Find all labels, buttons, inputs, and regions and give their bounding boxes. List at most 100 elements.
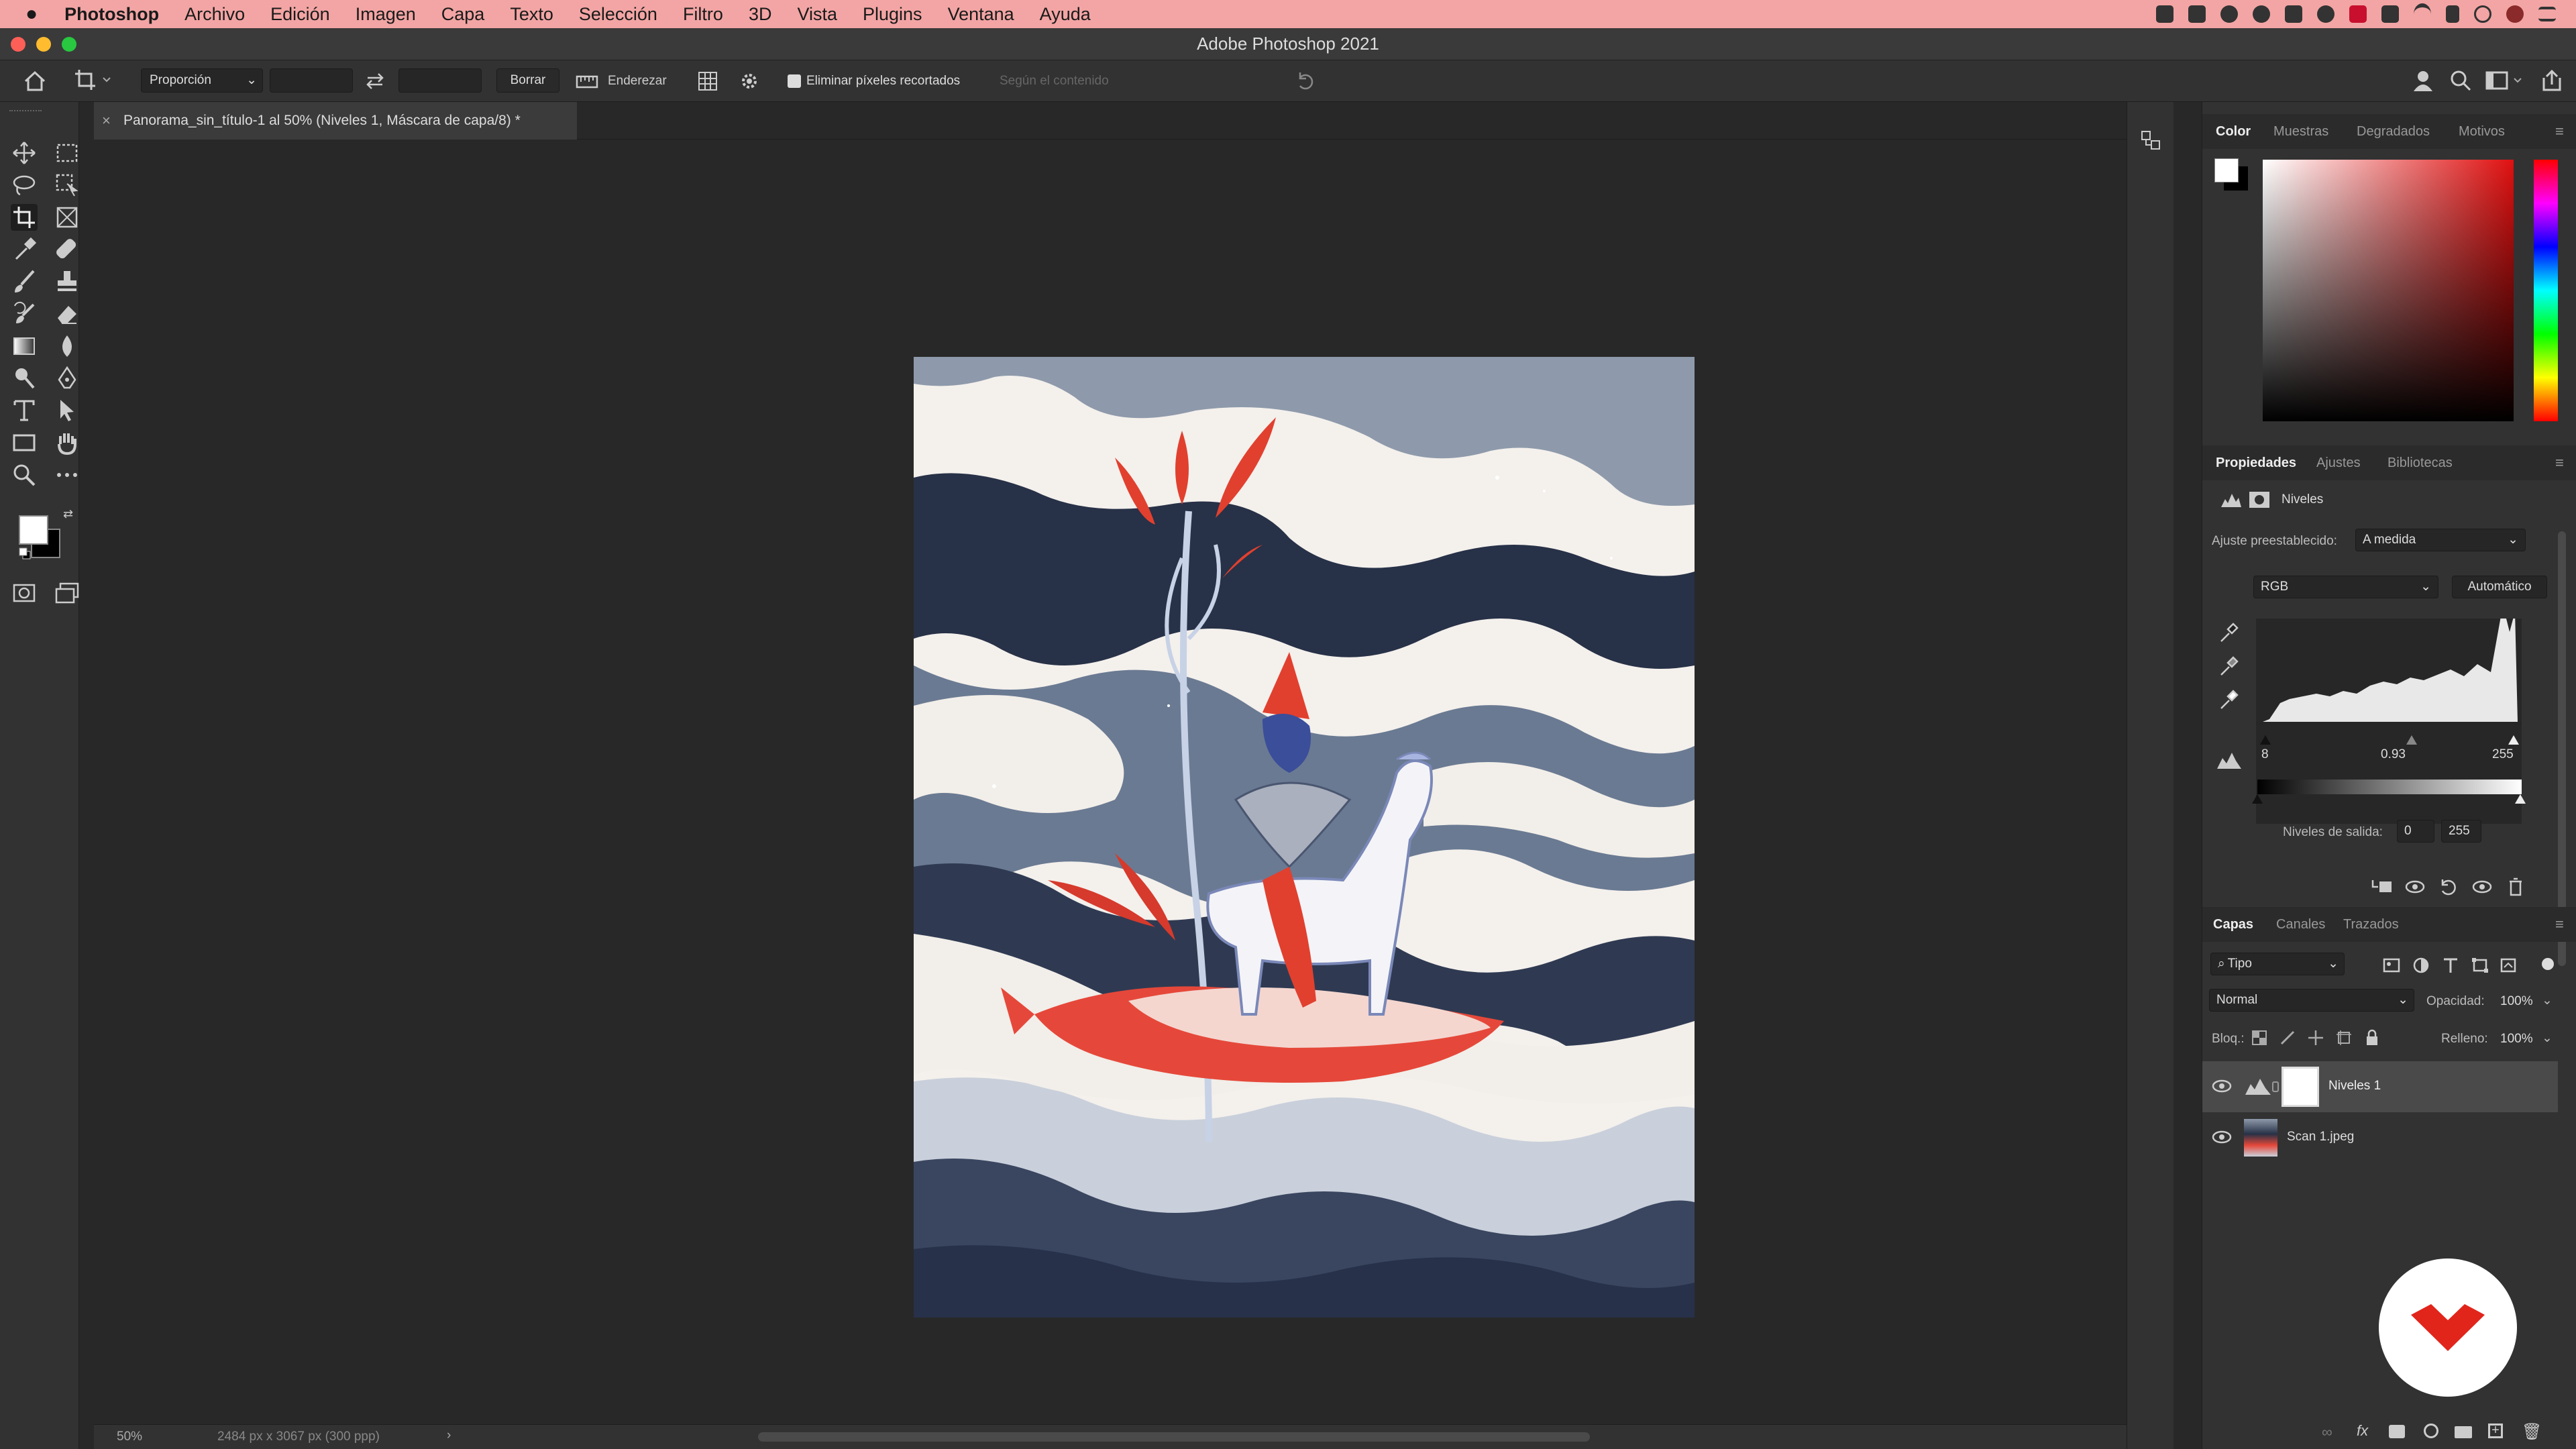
color-field[interactable] [2263,160,2514,421]
more-tools-icon[interactable] [54,462,80,488]
output-white-input[interactable]: 255 [2441,820,2481,843]
gradient-tool-icon[interactable] [11,333,38,360]
rectangle-tool-icon[interactable] [11,429,38,456]
clear-button[interactable]: Borrar [496,68,559,93]
eyedropper-tool-icon[interactable] [11,236,38,263]
status-app-icon[interactable] [2220,5,2238,23]
type-tool-icon[interactable] [11,397,38,424]
menu-imagen[interactable]: Imagen [356,4,416,25]
ratio-width-input[interactable] [270,68,353,93]
panel-menu-icon[interactable]: ≡ [2555,114,2564,149]
zoom-tool-icon[interactable] [11,462,38,488]
grid-overlay-icon[interactable] [696,70,719,93]
panel-menu-icon[interactable]: ≡ [2555,907,2564,942]
screen-mode-icon[interactable] [54,580,80,606]
input-black-value[interactable]: 8 [2261,747,2269,762]
foreground-color-swatch[interactable] [19,515,48,545]
input-white-slider[interactable] [2508,735,2519,745]
lock-transparent-pixels-icon[interactable] [2251,1029,2268,1046]
output-black-slider[interactable] [2252,794,2263,804]
lock-position-icon[interactable] [2307,1029,2324,1046]
clipping-warning-icon[interactable] [2216,750,2243,771]
search-icon[interactable] [2449,68,2473,93]
filter-smart-objects-icon[interactable] [2499,957,2518,974]
filter-adjustment-layers-icon[interactable] [2412,957,2430,974]
undo-icon[interactable] [1295,70,1318,93]
chevron-down-icon[interactable]: ⌄ [2542,993,2553,1008]
new-adjustment-icon[interactable] [2424,1424,2438,1438]
control-center-icon[interactable] [2538,7,2556,21]
clip-to-layer-icon[interactable] [2370,877,2393,896]
fill-value[interactable]: 100% [2500,1032,2533,1046]
close-tab-icon[interactable]: × [102,102,111,140]
tab-trazados[interactable]: Trazados [2343,907,2399,942]
menu-seleccion[interactable]: Selección [579,4,657,25]
layer-name[interactable]: Scan 1.jpeg [2287,1130,2354,1144]
channel-select[interactable]: RGB ⌄ [2253,576,2438,598]
frame-tool-icon[interactable] [54,204,80,231]
crop-tool-icon[interactable] [11,204,38,231]
horizontal-scrollbar[interactable] [758,1432,1590,1442]
document-dimensions[interactable]: 2484 px x 3067 px (300 ppp) [217,1430,380,1444]
link-layers-icon[interactable]: ∞ [2322,1424,2332,1441]
canvas-artwork[interactable] [914,357,1695,1318]
tab-canales[interactable]: Canales [2276,907,2325,942]
new-layer-icon[interactable]: + [2488,1424,2503,1438]
swap-colors-icon[interactable]: ⇄ [63,507,76,521]
share-icon[interactable] [2540,68,2564,93]
eraser-tool-icon[interactable] [54,301,80,327]
color-fg-swatch[interactable] [2214,158,2239,182]
trash-icon[interactable]: 🗑 [2522,1422,2542,1442]
brush-tool-icon[interactable] [11,268,38,295]
status-app-icon[interactable] [2317,5,2334,23]
ratio-select[interactable]: Proporción ⌄ [141,68,263,93]
preset-select[interactable]: A medida ⌄ [2355,529,2526,551]
filter-type-layers-icon[interactable] [2441,957,2460,974]
home-icon[interactable] [23,70,47,93]
menu-app[interactable]: Photoshop [64,4,159,25]
input-white-value[interactable]: 255 [2492,747,2514,762]
layer-mask-icon[interactable] [2248,490,2271,510]
input-black-slider[interactable] [2260,735,2271,745]
pen-tool-icon[interactable] [54,365,80,392]
eye-icon[interactable] [2212,1130,2232,1144]
input-gamma-value[interactable]: 0.93 [2381,747,2406,762]
share-person-icon[interactable] [2411,68,2435,93]
layer-thumbnail[interactable] [2244,1119,2277,1157]
flag-icon[interactable] [2349,5,2367,23]
ratio-height-input[interactable] [398,68,482,93]
straighten-label[interactable]: Enderezar [608,74,667,89]
status-app-icon[interactable] [2156,5,2174,23]
layer-filter-select[interactable]: ⌕ Tipo ⌄ [2210,953,2345,975]
filter-toggle[interactable] [2542,958,2554,970]
filter-pixel-layers-icon[interactable] [2382,957,2401,974]
tab-capas[interactable]: Capas [2213,907,2253,942]
output-white-slider[interactable] [2515,794,2526,804]
lock-image-pixels-icon[interactable] [2279,1029,2296,1046]
quick-mask-icon[interactable] [11,580,38,606]
eye-icon[interactable] [2212,1079,2232,1093]
hue-slider[interactable] [2534,160,2558,421]
gear-icon[interactable] [738,70,761,93]
lasso-tool-icon[interactable] [11,172,38,199]
filter-shape-layers-icon[interactable] [2471,957,2489,974]
search-icon[interactable] [2474,5,2491,23]
status-app-icon[interactable] [2253,5,2270,23]
lock-all-icon[interactable] [2363,1029,2381,1046]
black-point-eyedropper-icon[interactable] [2217,623,2239,644]
move-tool-icon[interactable] [11,140,38,166]
history-brush-tool-icon[interactable] [11,301,38,327]
swap-icon[interactable] [365,72,385,90]
status-app-icon[interactable] [2188,5,2206,23]
layer-mask-thumbnail[interactable] [2282,1067,2319,1107]
status-app-icon[interactable] [2285,5,2302,23]
document-tab[interactable]: × Panorama_sin_título-1 al 50% (Niveles … [94,102,577,140]
panel-menu-icon[interactable]: ≡ [2555,445,2564,480]
lock-artboard-icon[interactable] [2335,1029,2353,1046]
menu-archivo[interactable]: Archivo [184,4,245,25]
new-group-icon[interactable] [2455,1426,2472,1438]
menu-3d[interactable]: 3D [749,4,772,25]
clone-stamp-tool-icon[interactable] [54,268,80,295]
apple-icon[interactable]: ● [25,3,38,25]
tab-color[interactable]: Color [2216,114,2251,149]
